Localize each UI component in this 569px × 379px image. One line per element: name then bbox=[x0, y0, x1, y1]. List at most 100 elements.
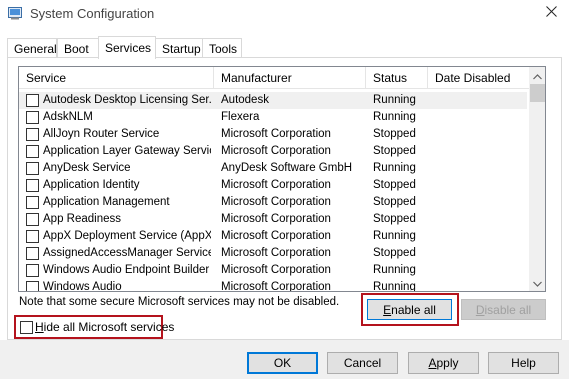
hide-ms-checkbox-box[interactable] bbox=[20, 320, 33, 334]
manufacturer-cell: Flexera bbox=[221, 111, 260, 123]
service-checkbox[interactable] bbox=[26, 264, 39, 277]
status-cell: Stopped bbox=[373, 179, 416, 191]
service-checkbox[interactable] bbox=[26, 179, 39, 192]
service-checkbox[interactable] bbox=[26, 196, 39, 209]
list-header: Service Manufacturer Status Date Disable… bbox=[19, 67, 529, 89]
msconfig-icon bbox=[8, 6, 23, 20]
manufacturer-cell: Microsoft Corporation bbox=[221, 230, 331, 242]
scroll-thumb[interactable] bbox=[530, 84, 545, 102]
table-row[interactable]: Windows Audio Endpoint Builder Microsoft … bbox=[19, 262, 527, 279]
service-name-cell: Application Layer Gateway Service bbox=[43, 145, 211, 157]
vertical-scrollbar[interactable] bbox=[529, 67, 545, 291]
tab-boot[interactable]: Boot bbox=[57, 38, 99, 58]
enable-all-accel: E bbox=[383, 302, 392, 317]
chevron-down-icon bbox=[533, 276, 542, 290]
table-row[interactable]: AllJoyn Router Service Microsoft Corporat… bbox=[19, 126, 527, 143]
manufacturer-cell: AnyDesk Software GmbH bbox=[221, 162, 353, 174]
disable-all-accel: D bbox=[475, 302, 485, 317]
status-cell: Running bbox=[373, 162, 416, 174]
column-header-status[interactable]: Status bbox=[366, 67, 428, 89]
tab-tools[interactable]: Tools bbox=[202, 38, 242, 58]
manufacturer-cell: Microsoft Corporation bbox=[221, 247, 331, 259]
status-cell: Stopped bbox=[373, 196, 416, 208]
apply-label-post: pply bbox=[436, 356, 459, 370]
chevron-up-icon bbox=[533, 69, 542, 83]
status-cell: Stopped bbox=[373, 145, 416, 157]
scroll-up-button[interactable] bbox=[529, 67, 545, 84]
table-row[interactable]: App Readiness Microsoft Corporation Stoppe… bbox=[19, 211, 527, 228]
manufacturer-cell: Microsoft Corporation bbox=[221, 264, 331, 276]
table-row[interactable]: Application Identity Microsoft Corporatio… bbox=[19, 177, 527, 194]
window-title: System Configuration bbox=[30, 6, 155, 21]
service-name-cell: AdskNLM bbox=[43, 111, 93, 123]
table-row[interactable]: AnyDesk Service AnyDesk Software GmbH Runn… bbox=[19, 160, 527, 177]
status-cell: Stopped bbox=[373, 128, 416, 140]
secure-services-note: Note that some secure Microsoft services… bbox=[19, 296, 340, 308]
service-name-cell: Application Management bbox=[43, 196, 170, 208]
service-name-cell: Windows Audio Endpoint Builder bbox=[43, 264, 210, 276]
help-button[interactable]: Help bbox=[488, 352, 559, 374]
status-cell: Stopped bbox=[373, 213, 416, 225]
apply-button[interactable]: Apply bbox=[408, 352, 479, 374]
table-row[interactable]: Windows Audio Microsoft Corporation Runnin… bbox=[19, 279, 527, 292]
close-button[interactable] bbox=[536, 2, 566, 24]
table-row[interactable]: AppX Deployment Service (AppX... Microsof… bbox=[19, 228, 527, 245]
table-row[interactable]: AssignedAccessManager Service Microsoft C… bbox=[19, 245, 527, 262]
service-checkbox[interactable] bbox=[26, 230, 39, 243]
tab-general[interactable]: General bbox=[7, 38, 57, 58]
tab-services[interactable]: Services bbox=[98, 36, 156, 59]
service-checkbox[interactable] bbox=[26, 111, 39, 124]
manufacturer-cell: Microsoft Corporation bbox=[221, 281, 331, 292]
manufacturer-cell: Microsoft Corporation bbox=[221, 145, 331, 157]
table-row[interactable]: Application Layer Gateway Service Microso… bbox=[19, 143, 527, 160]
hide-ms-accel: H bbox=[35, 320, 44, 334]
disable-all-label-post: isable all bbox=[484, 302, 532, 317]
service-checkbox[interactable] bbox=[26, 281, 39, 291]
hide-ms-label: Hide all Microsoft services bbox=[35, 320, 174, 334]
services-list[interactable]: Service Manufacturer Status Date Disable… bbox=[18, 66, 546, 292]
status-cell: Running bbox=[373, 94, 416, 106]
ok-button[interactable]: OK bbox=[247, 352, 318, 374]
column-header-date-disabled[interactable]: Date Disabled bbox=[428, 67, 529, 89]
column-header-manufacturer[interactable]: Manufacturer bbox=[214, 67, 366, 89]
status-cell: Running bbox=[373, 111, 416, 123]
manufacturer-cell: Microsoft Corporation bbox=[221, 128, 331, 140]
status-cell: Running bbox=[373, 264, 416, 276]
enable-all-label-post: nable all bbox=[391, 302, 436, 317]
status-cell: Stopped bbox=[373, 247, 416, 259]
service-checkbox[interactable] bbox=[26, 94, 39, 107]
service-name-cell: AssignedAccessManager Service bbox=[43, 247, 211, 259]
service-name-cell: AppX Deployment Service (AppX... bbox=[43, 230, 211, 242]
service-checkbox[interactable] bbox=[26, 213, 39, 226]
enable-all-button[interactable]: Enable all bbox=[367, 299, 452, 320]
manufacturer-cell: Microsoft Corporation bbox=[221, 179, 331, 191]
service-name-cell: App Readiness bbox=[43, 213, 121, 225]
apply-accel: A bbox=[428, 356, 437, 370]
manufacturer-cell: Autodesk bbox=[221, 94, 269, 106]
column-header-service[interactable]: Service bbox=[19, 67, 214, 89]
status-cell: Running bbox=[373, 281, 416, 292]
hide-ms-label-post: ide all Microsoft services bbox=[43, 320, 175, 334]
disable-all-button[interactable]: Disable all bbox=[461, 299, 546, 320]
status-cell: Running bbox=[373, 230, 416, 242]
close-icon bbox=[545, 6, 557, 20]
service-checkbox[interactable] bbox=[26, 162, 39, 175]
scroll-down-button[interactable] bbox=[529, 274, 545, 291]
service-checkbox[interactable] bbox=[26, 247, 39, 260]
service-name-cell: AllJoyn Router Service bbox=[43, 128, 160, 140]
service-name-cell: AnyDesk Service bbox=[43, 162, 131, 174]
cancel-button[interactable]: Cancel bbox=[327, 352, 398, 374]
manufacturer-cell: Microsoft Corporation bbox=[221, 196, 331, 208]
service-name-cell: Autodesk Desktop Licensing Ser... bbox=[43, 94, 211, 106]
service-name-cell: Windows Audio bbox=[43, 281, 122, 292]
manufacturer-cell: Microsoft Corporation bbox=[221, 213, 331, 225]
hide-ms-services-checkbox[interactable]: Hide all Microsoft services bbox=[20, 319, 174, 335]
tab-startup[interactable]: Startup bbox=[155, 38, 203, 58]
title-bar: System Configuration bbox=[0, 0, 569, 28]
table-row[interactable]: AdskNLM Flexera Running bbox=[19, 109, 527, 126]
service-checkbox[interactable] bbox=[26, 145, 39, 158]
table-row[interactable]: Application Management Microsoft Corporat… bbox=[19, 194, 527, 211]
service-name-cell: Application Identity bbox=[43, 179, 140, 191]
service-checkbox[interactable] bbox=[26, 128, 39, 141]
table-row[interactable]: Autodesk Desktop Licensing Ser... Autodes… bbox=[19, 92, 527, 109]
